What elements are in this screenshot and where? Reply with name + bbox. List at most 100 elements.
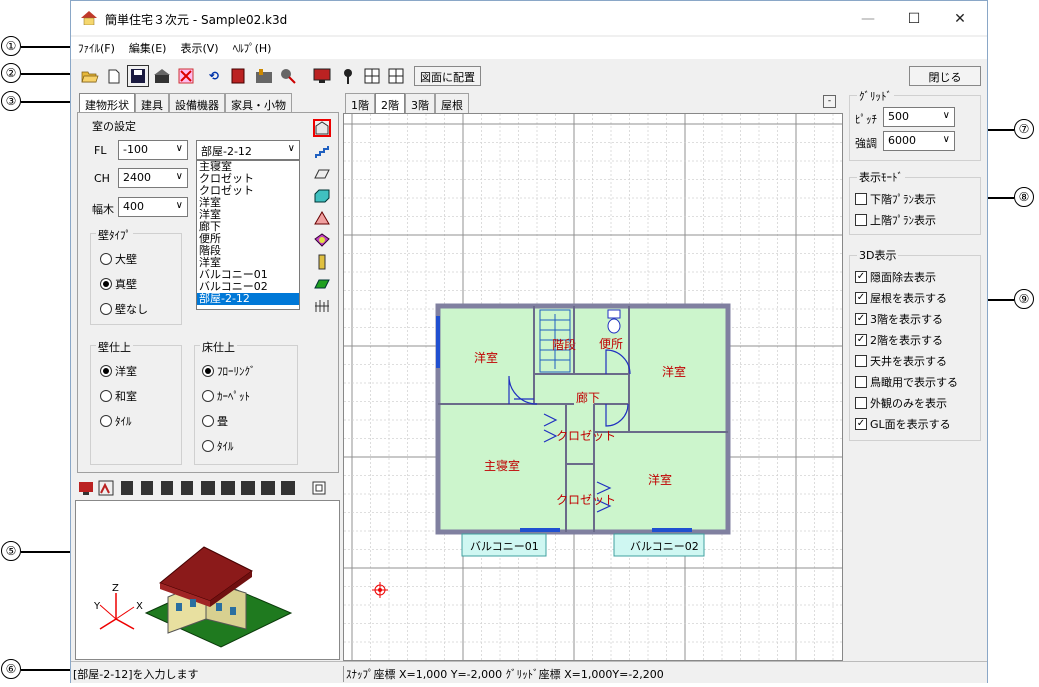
checkbox [855, 214, 867, 226]
fl-value: -100 [123, 143, 148, 156]
delete-icon[interactable] [175, 65, 197, 87]
display-3d-option-1[interactable]: ✓ 屋根を表示する [855, 290, 947, 306]
floor-plan-canvas[interactable]: 洋室 階段 便所 洋室 廊下 クロゼット 主寝室 洋室 クロゼット バルコニー0… [343, 113, 843, 661]
room-label-master-bedroom: 主寝室 [484, 458, 520, 473]
wall-type-option-0[interactable]: 大壁 [100, 251, 137, 267]
checkbox: ✓ [855, 334, 867, 346]
display-3d-option-7[interactable]: ✓ GL面を表示する [855, 416, 951, 432]
tool-icon-7[interactable] [227, 65, 249, 87]
stairs-tool-icon[interactable] [313, 143, 331, 161]
wall-finish-label: 壁仕上 [96, 339, 133, 355]
maximize-button[interactable]: ☐ [891, 7, 937, 31]
menu-file[interactable]: ﾌｧｲﾙ(F) [71, 40, 122, 56]
color-tool-icon[interactable] [313, 231, 331, 249]
undo-icon[interactable]: ⟲ [203, 65, 225, 87]
callout-1: ① [1, 36, 21, 56]
floor-finish-option-2[interactable]: 畳 [202, 413, 228, 429]
display-3d-option-6[interactable]: 外観のみを表示 [855, 395, 947, 411]
wall-finish-option-1[interactable]: 和室 [100, 388, 137, 404]
view3d-canvas[interactable]: Z Y X [75, 500, 340, 660]
window-mark [436, 316, 440, 368]
room-label-closet-1: クロゼット [556, 429, 616, 443]
roof-tool-icon[interactable] [313, 209, 331, 227]
chevron-down-icon: ∨ [287, 143, 295, 154]
save-icon[interactable] [127, 65, 149, 87]
menu-edit[interactable]: 編集(E) [122, 40, 174, 56]
column-tool-icon[interactable] [313, 253, 331, 271]
menu-view[interactable]: 表示(V) [173, 40, 225, 56]
habaki-select[interactable]: 400 ∨ [118, 197, 188, 217]
close-button[interactable]: 閉じる [909, 66, 981, 86]
close-window-button[interactable]: ✕ [937, 7, 983, 31]
chevron-down-icon: ∨ [175, 143, 183, 154]
grid-icon-b[interactable] [385, 65, 407, 87]
new-file-icon[interactable] [103, 65, 125, 87]
wall-finish-option-0[interactable]: 洋室 [100, 363, 137, 379]
right-panel: ｸﾞﾘｯﾄﾞ ﾋﾟｯﾁ 500 ∨ 強調 6000 ∨ 表示ﾓｰﾄﾞ 下階ﾌﾟﾗﾝ表… [847, 88, 985, 661]
checkbox-label: 2階を表示する [870, 334, 943, 347]
pitch-select[interactable]: 500 ∨ [883, 107, 955, 127]
wall-type-label: 壁ﾀｲﾌﾟ [96, 227, 133, 243]
monitor-icon[interactable] [311, 65, 333, 87]
ch-value: 2400 [123, 171, 151, 184]
window-mark [520, 528, 560, 532]
wall-type-option-2[interactable]: 壁なし [100, 301, 148, 317]
display-mode-option-0[interactable]: 下階ﾌﾟﾗﾝ表示 [855, 191, 936, 207]
app-house-icon [81, 11, 97, 25]
box-tool-icon[interactable] [313, 187, 331, 205]
callout-7: ⑦ [1014, 119, 1034, 139]
menu-bar: ﾌｧｲﾙ(F) 編集(E) 表示(V) ﾍﾙﾌﾟ(H) [71, 37, 987, 59]
tool-icon-4[interactable] [151, 65, 173, 87]
fl-select[interactable]: -100 ∨ [118, 140, 188, 160]
display-3d-option-0[interactable]: ✓ 隠面除去表示 [855, 269, 936, 285]
radio-label: ｶｰﾍﾟｯﾄ [217, 390, 250, 403]
wall-finish-option-2[interactable]: ﾀｲﾙ [100, 413, 132, 429]
place-on-drawing-button[interactable]: 図面に配置 [414, 66, 481, 86]
room-name-select[interactable]: 部屋-2-12 ∨ [196, 140, 300, 160]
callout-6: ⑥ [1, 659, 21, 679]
room-label-closet-2: クロゼット [556, 493, 616, 507]
tool-icon-8[interactable] [253, 65, 275, 87]
radio-indicator [100, 365, 112, 377]
grid-icon-a[interactable] [361, 65, 383, 87]
checkbox-label: 3階を表示する [870, 313, 943, 326]
collapse-plan-button[interactable]: - [823, 95, 836, 108]
floor-plate-icon[interactable] [313, 165, 331, 183]
display-3d-label: 3D表示 [857, 247, 899, 263]
open-folder-icon[interactable] [79, 65, 101, 87]
chevron-down-icon: ∨ [175, 200, 183, 211]
pitch-value: 500 [888, 110, 909, 123]
pin-icon[interactable] [337, 65, 359, 87]
floor-finish-option-3[interactable]: ﾀｲﾙ [202, 438, 234, 454]
habaki-value: 400 [123, 200, 144, 213]
ch-select[interactable]: 2400 ∨ [118, 168, 188, 188]
display-3d-option-3[interactable]: ✓ 2階を表示する [855, 332, 943, 348]
status-coords: ｽﾅｯﾌﾟ座標 X=1,000 Y=-2,000 ｸﾞﾘｯﾄﾞ座標 X=1,00… [343, 666, 664, 682]
radio-indicator [202, 415, 214, 427]
emphasis-select[interactable]: 6000 ∨ [883, 131, 955, 151]
list-item-selected[interactable]: 部屋-2-12 [197, 293, 299, 305]
fl-label: FL [94, 144, 107, 157]
view3d-toolbar-icons[interactable] [75, 477, 340, 499]
room-listbox[interactable]: 主寝室 クロゼット クロゼット 洋室 洋室 廊下 便所 階段 洋室 バルコニー0… [196, 160, 300, 310]
display-3d-option-2[interactable]: ✓ 3階を表示する [855, 311, 943, 327]
callout-1-leader [21, 46, 71, 48]
tab-content: 室の設定 FL -100 ∨ CH 2400 ∨ 幅木 400 ∨ 部屋-2-12 ∨ … [77, 112, 339, 473]
room-tool-icon[interactable] [313, 119, 331, 137]
display-mode-option-1[interactable]: 上階ﾌﾟﾗﾝ表示 [855, 212, 936, 228]
checkbox-label: 外観のみを表示 [870, 397, 947, 410]
display-3d-option-4[interactable]: 天井を表示する [855, 353, 947, 369]
fence-tool-icon[interactable] [313, 297, 331, 315]
tool-icon-9[interactable] [277, 65, 299, 87]
minimize-button[interactable]: — [845, 7, 891, 31]
grid-group [849, 95, 981, 161]
ground-tool-icon[interactable] [313, 275, 331, 293]
display-3d-option-5[interactable]: 鳥瞰用で表示する [855, 374, 958, 390]
view3d-toolbar [75, 477, 340, 499]
wall-type-option-1[interactable]: 真壁 [100, 276, 137, 292]
menu-help[interactable]: ﾍﾙﾌﾟ(H) [226, 40, 279, 56]
floor-finish-option-1[interactable]: ｶｰﾍﾟｯﾄ [202, 388, 250, 404]
room-label-stairs: 階段 [552, 337, 576, 352]
floor-finish-option-0[interactable]: ﾌﾛｰﾘﾝｸﾞ [202, 363, 256, 379]
checkbox-label: GL面を表示する [870, 418, 951, 431]
